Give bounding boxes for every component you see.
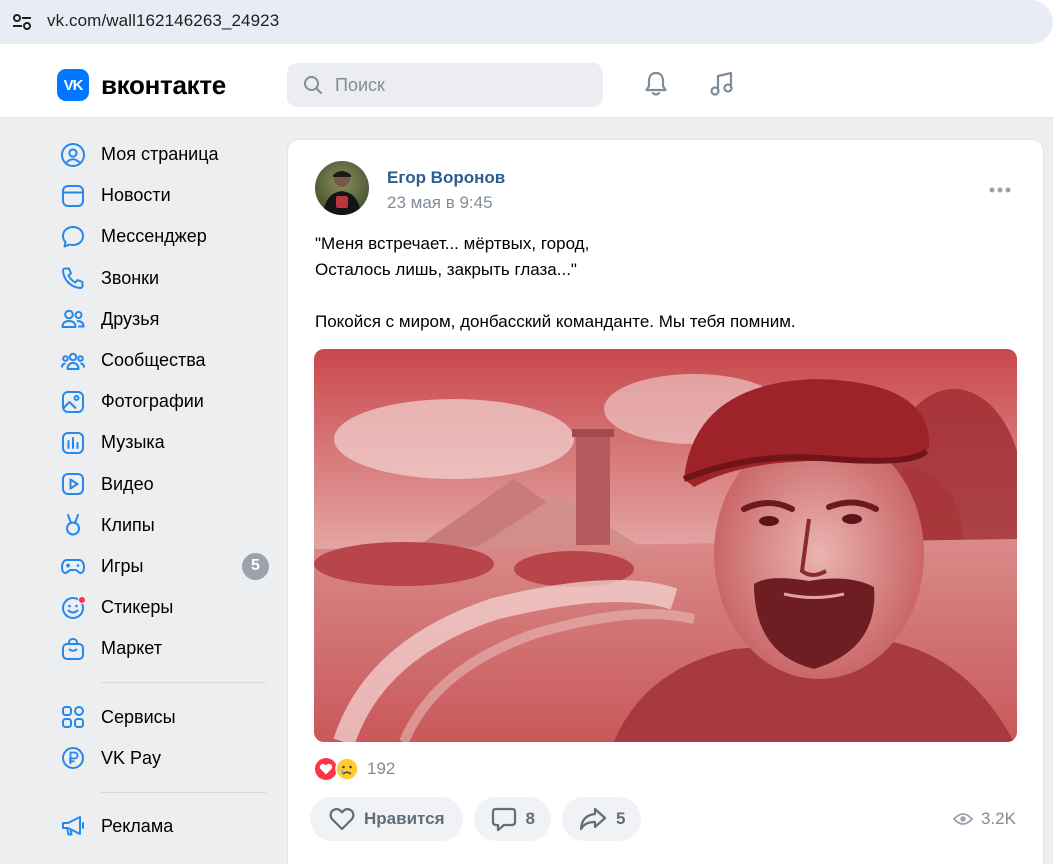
post-actions: Нравится 8 5 <box>310 797 652 841</box>
notifications-button[interactable] <box>639 67 673 101</box>
sidebar-item-friends[interactable]: Друзья <box>57 299 272 340</box>
gamepad-icon <box>59 552 87 580</box>
sidebar-item-label: Звонки <box>101 267 160 288</box>
sidebar-item-vkpay[interactable]: VK Pay <box>57 738 272 779</box>
tune-icon[interactable] <box>10 10 34 34</box>
news-icon <box>59 182 87 210</box>
music-button[interactable] <box>705 67 739 101</box>
sidebar-item-label: Фотографии <box>101 391 204 412</box>
sidebar-item-label: Реклама <box>101 815 174 836</box>
post-date[interactable]: 23 мая в 9:45 <box>387 193 493 213</box>
sidebar-item-clips[interactable]: Клипы <box>57 505 272 546</box>
more-options-icon[interactable] <box>987 180 1013 200</box>
clips-icon <box>59 511 87 539</box>
megaphone-icon <box>59 812 87 840</box>
sidebar-item-games[interactable]: Игры 5 <box>57 546 272 587</box>
author-avatar[interactable] <box>315 161 369 215</box>
sidebar-divider <box>101 682 266 684</box>
vk-logo-mark-icon: VK <box>57 69 89 101</box>
crying-reaction-icon <box>335 757 359 781</box>
new-indicator-dot <box>78 595 86 604</box>
share-button[interactable]: 5 <box>561 797 642 841</box>
wall-post: Егор Воронов 23 мая в 9:45 "Меня встреча… <box>287 139 1044 864</box>
sidebar-item-communities[interactable]: Сообщества <box>57 340 272 381</box>
sidebar-item-label: Сервисы <box>101 706 176 727</box>
photo-icon <box>59 388 87 416</box>
shopping-bag-icon <box>59 635 87 663</box>
comment-icon <box>491 807 516 832</box>
bell-icon <box>645 71 667 96</box>
sidebar-item-calls[interactable]: Звонки <box>57 258 272 299</box>
like-button-label: Нравится <box>364 809 445 828</box>
video-play-icon <box>59 470 87 498</box>
sidebar-item-label: Музыка <box>101 432 165 453</box>
search-icon <box>304 76 322 94</box>
url-box[interactable]: vk.com/wall162146263_24923 <box>0 0 1053 44</box>
sidebar-item-ads[interactable]: Реклама <box>57 806 272 847</box>
ruble-icon <box>59 744 87 772</box>
url-text[interactable]: vk.com/wall162146263_24923 <box>47 11 279 31</box>
reactions-count: 192 <box>367 759 396 778</box>
browser-address-bar: vk.com/wall162146263_24923 <box>0 0 1053 52</box>
user-circle-icon <box>59 141 87 169</box>
sidebar-item-label: Мессенджер <box>101 226 207 247</box>
vk-header: VK вконтакте <box>0 52 1053 118</box>
sidebar-item-label: Новости <box>101 185 171 206</box>
eye-icon <box>953 813 973 825</box>
sidebar-item-stickers[interactable]: Стикеры <box>57 587 272 628</box>
post-text: "Меня встречает... мёртвых, город, Остал… <box>315 234 796 331</box>
sidebar-item-label: Сообщества <box>101 350 206 371</box>
music-chart-icon <box>59 429 87 457</box>
services-grid-icon <box>59 703 87 731</box>
chat-bubble-icon <box>59 223 87 251</box>
communities-icon <box>59 347 87 375</box>
sidebar-item-label: Видео <box>101 473 154 494</box>
sidebar-item-label: Друзья <box>101 308 160 329</box>
music-icon <box>710 71 733 96</box>
sidebar-item-label: Клипы <box>101 514 155 535</box>
sidebar-item-label: Игры <box>101 555 144 576</box>
sidebar-item-market[interactable]: Маркет <box>57 628 272 669</box>
sidebar-item-label: Моя страница <box>101 144 219 165</box>
comments-count: 8 <box>525 809 535 828</box>
vk-logo[interactable]: VK вконтакте <box>57 69 226 101</box>
search-box[interactable] <box>287 63 603 107</box>
share-arrow-icon <box>579 807 607 831</box>
sidebar-item-photos[interactable]: Фотографии <box>57 381 272 422</box>
sidebar-item-my-page[interactable]: Моя страница <box>57 134 272 175</box>
sidebar-item-messenger[interactable]: Мессенджер <box>57 216 272 257</box>
friends-icon <box>59 305 87 333</box>
shares-count: 5 <box>615 809 626 828</box>
sidebar-item-label: Маркет <box>101 638 162 659</box>
heart-outline-icon <box>329 808 355 831</box>
post-views: 3.2K <box>953 809 1016 829</box>
phone-icon <box>59 264 87 292</box>
post-image[interactable] <box>314 349 1017 742</box>
search-input[interactable] <box>335 63 585 107</box>
sidebar-divider <box>101 791 266 793</box>
post-author-name[interactable]: Егор Воронов <box>387 168 505 188</box>
post-reactions[interactable]: 192 <box>314 757 395 781</box>
sidebar-item-services[interactable]: Сервисы <box>57 696 272 737</box>
sidebar-item-music[interactable]: Музыка <box>57 422 272 463</box>
games-counter-badge: 5 <box>242 552 269 580</box>
sidebar-item-video[interactable]: Видео <box>57 464 272 505</box>
sidebar-item-label: Стикеры <box>101 597 174 618</box>
views-count: 3.2K <box>981 809 1016 828</box>
comments-button[interactable]: 8 <box>473 797 551 841</box>
left-sidebar: Моя страница Новости Мессенджер Звонки Д… <box>57 134 272 847</box>
vk-logo-text: вконтакте <box>101 69 226 100</box>
smiley-icon <box>59 594 87 622</box>
sidebar-item-news[interactable]: Новости <box>57 175 272 216</box>
sidebar-item-label: VK Pay <box>101 747 162 768</box>
like-button[interactable]: Нравится <box>310 797 463 841</box>
